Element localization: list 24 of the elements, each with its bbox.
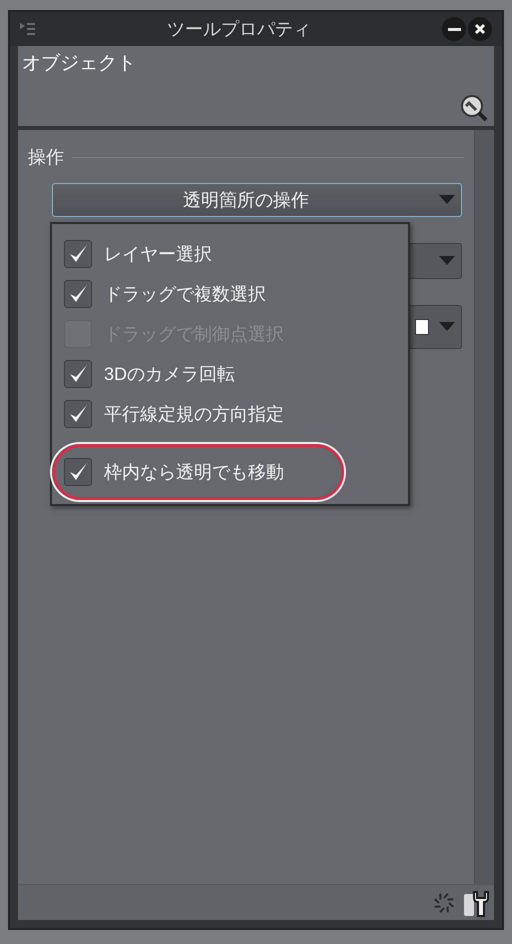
dropdown[interactable]: 透明箇所の操作 bbox=[52, 183, 462, 217]
minimize-button[interactable] bbox=[442, 17, 466, 41]
color-swatch bbox=[415, 319, 429, 335]
checkbox[interactable] bbox=[64, 240, 92, 268]
window-title: ツールプロパティ bbox=[166, 18, 312, 40]
tool-name: オブジェクト bbox=[22, 53, 136, 74]
menu-item[interactable]: 枠内なら透明でも移動 bbox=[104, 458, 284, 486]
scrollbar[interactable] bbox=[474, 130, 494, 884]
checkbox[interactable] bbox=[64, 400, 92, 428]
close-button[interactable] bbox=[468, 17, 492, 41]
caret-icon bbox=[439, 322, 455, 332]
menu-item[interactable]: 平行線定規の方向指定 bbox=[104, 400, 284, 428]
section-title: 操作 bbox=[28, 146, 64, 169]
wrench-search-icon[interactable] bbox=[460, 94, 488, 122]
caret-icon bbox=[439, 256, 455, 266]
menu-icon[interactable] bbox=[20, 22, 36, 36]
menu-item[interactable]: レイヤー選択 bbox=[104, 240, 212, 268]
checkbox[interactable] bbox=[64, 280, 92, 308]
close-icon bbox=[474, 23, 486, 35]
checkbox[interactable] bbox=[64, 458, 92, 486]
menu-item[interactable]: 3Dのカメラ回転 bbox=[104, 360, 236, 388]
caret-icon bbox=[439, 195, 455, 205]
checkbox[interactable] bbox=[64, 360, 92, 388]
menu-item[interactable]: ドラッグで複数選択 bbox=[104, 280, 266, 308]
